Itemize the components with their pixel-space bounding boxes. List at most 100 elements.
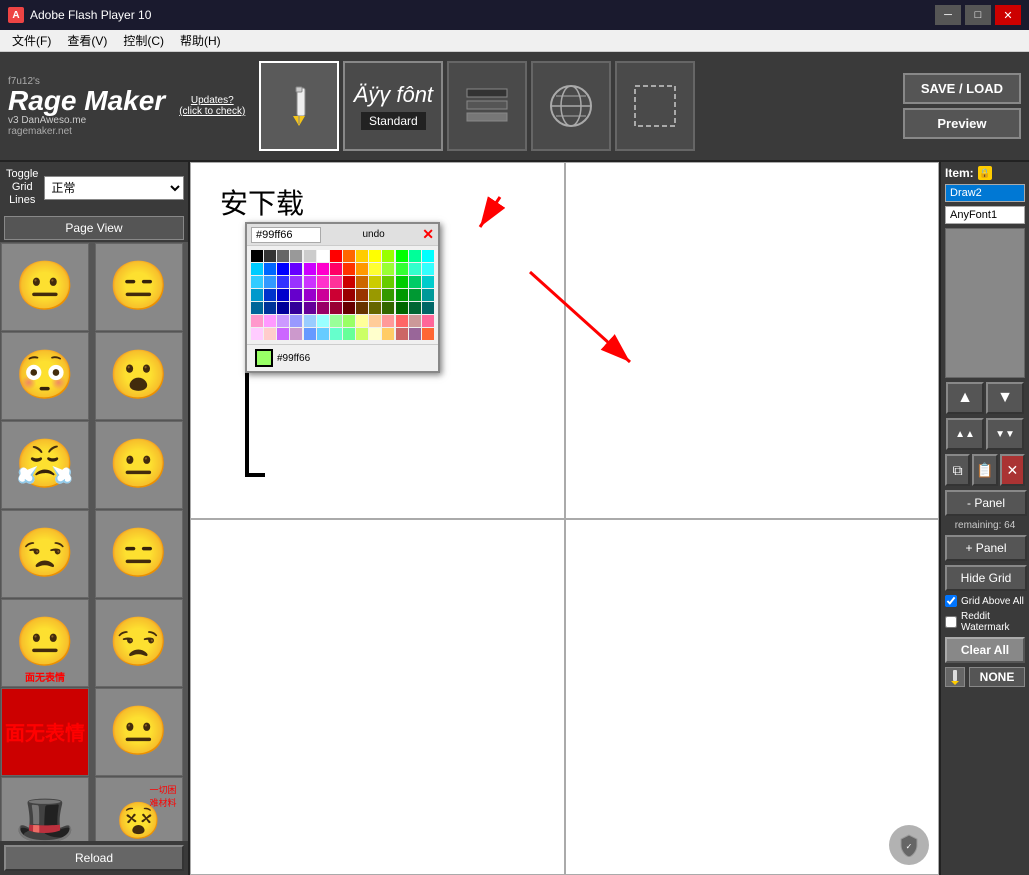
swatch[interactable] <box>330 315 342 327</box>
close-button[interactable]: ✕ <box>995 5 1021 25</box>
canvas-cell-bl[interactable] <box>190 519 565 875</box>
color-hex-input[interactable] <box>251 227 321 243</box>
menu-view[interactable]: 查看(V) <box>59 30 115 51</box>
swatch[interactable] <box>396 302 408 314</box>
swatch[interactable] <box>251 263 263 275</box>
swatch[interactable] <box>290 250 302 262</box>
swatch[interactable] <box>330 328 342 340</box>
updates-button[interactable]: Updates? (click to check) <box>179 95 245 117</box>
swatch[interactable] <box>422 250 434 262</box>
swatch[interactable] <box>369 250 381 262</box>
selection-button[interactable] <box>615 61 695 151</box>
item-entry-draw2[interactable]: Draw2 <box>945 184 1025 202</box>
swatch[interactable] <box>290 276 302 288</box>
swatch[interactable] <box>396 328 408 340</box>
swatch[interactable] <box>343 276 355 288</box>
swatch[interactable] <box>317 250 329 262</box>
canvas-area[interactable]: 安下载 undo ✕ <box>190 162 939 875</box>
swatch[interactable] <box>277 328 289 340</box>
swatch[interactable] <box>343 302 355 314</box>
swatch[interactable] <box>422 302 434 314</box>
sprite-item[interactable]: 🎩 <box>1 777 89 841</box>
swatch[interactable] <box>343 328 355 340</box>
swatch[interactable] <box>343 250 355 262</box>
swatch[interactable] <box>382 276 394 288</box>
swatch[interactable] <box>304 250 316 262</box>
menu-control[interactable]: 控制(C) <box>115 30 172 51</box>
swatch[interactable] <box>251 302 263 314</box>
swatch[interactable] <box>304 302 316 314</box>
swatch[interactable] <box>396 276 408 288</box>
canvas-cell-br[interactable] <box>565 519 940 875</box>
swatch[interactable] <box>369 315 381 327</box>
swatch[interactable] <box>396 315 408 327</box>
swatch[interactable] <box>304 289 316 301</box>
sprite-item[interactable]: 😐 面无表情 <box>1 599 89 687</box>
sprite-item[interactable]: 😑 <box>95 243 183 331</box>
swatch[interactable] <box>264 276 276 288</box>
swatch[interactable] <box>382 250 394 262</box>
swatch[interactable] <box>264 315 276 327</box>
hide-grid-button[interactable]: Hide Grid <box>945 565 1027 591</box>
layers-button[interactable] <box>447 61 527 151</box>
sprite-item[interactable]: 😤 <box>1 421 89 509</box>
sprite-item[interactable]: 😮 <box>95 332 183 420</box>
preview-button[interactable]: Preview <box>903 108 1021 139</box>
swatch[interactable] <box>290 263 302 275</box>
swatch[interactable] <box>277 263 289 275</box>
swatch[interactable] <box>264 263 276 275</box>
copy-button[interactable]: ⧉ <box>945 454 970 486</box>
move-up-button[interactable]: ▲ <box>946 382 984 414</box>
swatch[interactable] <box>251 315 263 327</box>
swatch[interactable] <box>251 250 263 262</box>
swatch[interactable] <box>409 328 421 340</box>
swatch[interactable] <box>369 302 381 314</box>
swatch[interactable] <box>369 328 381 340</box>
swatch[interactable] <box>304 276 316 288</box>
move-top-button[interactable]: ▲▲ <box>946 418 984 450</box>
swatch[interactable] <box>369 263 381 275</box>
swatch[interactable] <box>251 289 263 301</box>
swatch[interactable] <box>330 250 342 262</box>
swatch[interactable] <box>317 276 329 288</box>
swatch[interactable] <box>304 328 316 340</box>
swatch[interactable] <box>409 263 421 275</box>
swatch[interactable] <box>422 289 434 301</box>
swatch[interactable] <box>409 250 421 262</box>
swatch[interactable] <box>356 302 368 314</box>
pencil-tool-button[interactable] <box>259 61 339 151</box>
swatch[interactable] <box>343 263 355 275</box>
sprite-item[interactable]: 😵 一切困难材料 <box>95 777 183 841</box>
sprite-item[interactable]: 😒 <box>95 599 183 687</box>
clear-all-button[interactable]: Clear All <box>945 637 1025 663</box>
swatch[interactable] <box>396 250 408 262</box>
swatch[interactable] <box>317 328 329 340</box>
swatch[interactable] <box>356 276 368 288</box>
minus-panel-button[interactable]: - Panel <box>945 490 1027 516</box>
swatch[interactable] <box>422 315 434 327</box>
swatch[interactable] <box>396 289 408 301</box>
cp-undo-button[interactable]: undo <box>363 229 385 240</box>
swatch[interactable] <box>356 289 368 301</box>
swatch[interactable] <box>422 276 434 288</box>
swatch[interactable] <box>369 276 381 288</box>
swatch[interactable] <box>264 328 276 340</box>
sprite-item[interactable]: 😑 <box>95 510 183 598</box>
swatch[interactable] <box>382 263 394 275</box>
mood-select[interactable]: 正常 <box>44 176 184 200</box>
swatch[interactable] <box>290 315 302 327</box>
swatch[interactable] <box>277 276 289 288</box>
swatch[interactable] <box>356 328 368 340</box>
delete-button[interactable]: ✕ <box>1000 454 1025 486</box>
swatch[interactable] <box>317 315 329 327</box>
swatch[interactable] <box>396 263 408 275</box>
swatch[interactable] <box>356 250 368 262</box>
swatch[interactable] <box>251 276 263 288</box>
maximize-button[interactable]: □ <box>965 5 991 25</box>
swatch[interactable] <box>277 289 289 301</box>
swatch[interactable] <box>330 289 342 301</box>
swatch[interactable] <box>382 328 394 340</box>
swatch[interactable] <box>330 276 342 288</box>
swatch[interactable] <box>422 263 434 275</box>
swatch[interactable] <box>382 289 394 301</box>
